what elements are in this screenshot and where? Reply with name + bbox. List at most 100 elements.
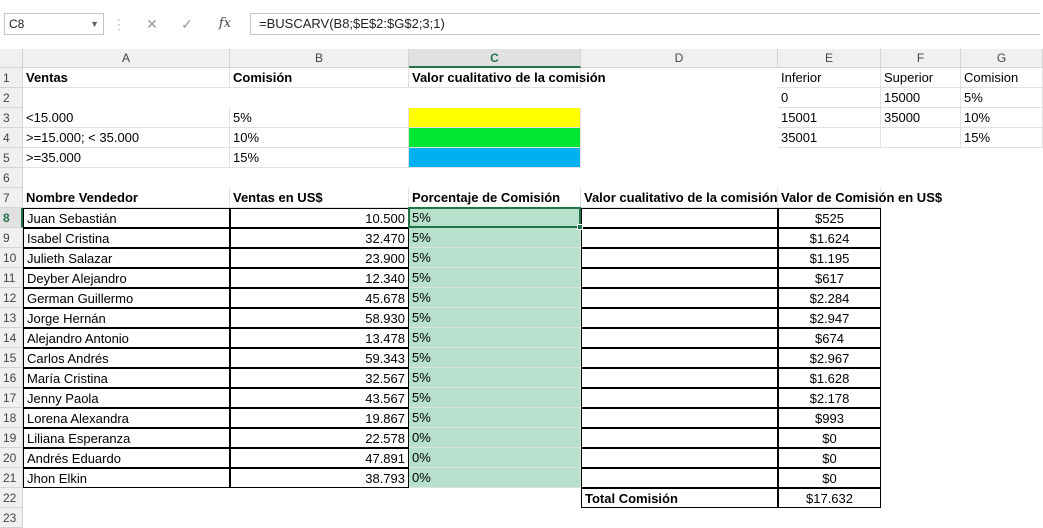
vendedor-valor[interactable]: $2.178 — [778, 388, 881, 408]
row-header-11[interactable]: 11 — [0, 268, 23, 288]
vendedor-valor[interactable]: $993 — [778, 408, 881, 428]
vendedor-name[interactable]: Jhon Elkin — [23, 468, 230, 488]
vendedor-porcentaje[interactable]: 5% — [409, 308, 581, 328]
vendedor-cualitativo[interactable] — [581, 368, 778, 388]
row-header-19[interactable]: 19 — [0, 428, 23, 448]
row-header-16[interactable]: 16 — [0, 368, 23, 388]
color-swatch[interactable] — [409, 128, 581, 148]
vendedor-name[interactable]: German Guillermo — [23, 288, 230, 308]
porcentaje-header[interactable]: Porcentaje de Comisión — [409, 188, 581, 208]
vendedor-cualitativo[interactable] — [581, 468, 778, 488]
select-all-corner[interactable] — [0, 49, 23, 68]
row-header-7[interactable]: 7 — [0, 188, 23, 208]
vendedor-cualitativo[interactable] — [581, 328, 778, 348]
vendedor-porcentaje[interactable]: 5% — [409, 228, 581, 248]
lookup-inferior[interactable]: 0 — [778, 88, 881, 108]
vendedor-valor[interactable]: $2.967 — [778, 348, 881, 368]
vendedor-ventas[interactable]: 38.793 — [230, 468, 409, 488]
vendedor-valor[interactable]: $617 — [778, 268, 881, 288]
column-header-b[interactable]: B — [230, 49, 409, 68]
vendedor-porcentaje[interactable]: 0% — [409, 448, 581, 468]
vendedor-valor[interactable]: $0 — [778, 468, 881, 488]
range-comision[interactable]: 10% — [230, 128, 409, 148]
cualitativo-header[interactable]: Valor cualitativo de la comisión — [409, 68, 606, 88]
vendedor-name[interactable]: Julieth Salazar — [23, 248, 230, 268]
lookup-comision-header[interactable]: Comision — [961, 68, 1043, 88]
column-header-f[interactable]: F — [881, 49, 961, 68]
vendedor-porcentaje[interactable]: 5% — [409, 288, 581, 308]
vendedor-name[interactable]: Deyber Alejandro — [23, 268, 230, 288]
vendedor-ventas[interactable]: 45.678 — [230, 288, 409, 308]
vendedor-name[interactable]: Juan Sebastián — [23, 208, 230, 228]
vendedor-ventas[interactable]: 43.567 — [230, 388, 409, 408]
row-header-3[interactable]: 3 — [0, 108, 23, 128]
vendedor-name[interactable]: Jorge Hernán — [23, 308, 230, 328]
enter-icon[interactable]: ✓ — [175, 13, 199, 35]
lookup-comision[interactable]: 5% — [961, 88, 1043, 108]
vendedor-valor[interactable]: $525 — [778, 208, 881, 228]
vendedor-valor[interactable]: $1.195 — [778, 248, 881, 268]
lookup-comision[interactable]: 15% — [961, 128, 1043, 148]
lookup-superior[interactable]: 15000 — [881, 88, 961, 108]
vendedor-name[interactable]: Jenny Paola — [23, 388, 230, 408]
range-comision[interactable]: 15% — [230, 148, 409, 168]
vendedor-cualitativo[interactable] — [581, 308, 778, 328]
color-swatch[interactable] — [409, 148, 581, 168]
vendedor-name[interactable]: Carlos Andrés — [23, 348, 230, 368]
lookup-inferior[interactable]: 15001 — [778, 108, 881, 128]
vendedor-cualitativo[interactable] — [581, 428, 778, 448]
range-ventas[interactable]: >=15.000; < 35.000 — [23, 128, 230, 148]
vendedor-porcentaje[interactable]: 5% — [409, 348, 581, 368]
row-header-20[interactable]: 20 — [0, 448, 23, 468]
formula-input[interactable]: =BUSCARV(B8;$E$2:$G$2;3;1) — [250, 13, 1040, 35]
vendedor-ventas[interactable]: 19.867 — [230, 408, 409, 428]
vendedor-name[interactable]: Alejandro Antonio — [23, 328, 230, 348]
vendedor-cualitativo[interactable] — [581, 208, 778, 228]
vendedor-cualitativo[interactable] — [581, 288, 778, 308]
column-header-a[interactable]: A — [23, 49, 230, 68]
vendedor-porcentaje[interactable]: 0% — [409, 468, 581, 488]
vendedor-cualitativo[interactable] — [581, 268, 778, 288]
column-header-e[interactable]: E — [778, 49, 881, 68]
vendedor-cualitativo[interactable] — [581, 248, 778, 268]
column-header-d[interactable]: D — [581, 49, 778, 68]
row-header-15[interactable]: 15 — [0, 348, 23, 368]
row-header-9[interactable]: 9 — [0, 228, 23, 248]
vendedor-porcentaje[interactable]: 5% — [409, 248, 581, 268]
row-header-21[interactable]: 21 — [0, 468, 23, 488]
vendedor-porcentaje[interactable]: 5% — [409, 388, 581, 408]
vendedor-name[interactable]: Lorena Alexandra — [23, 408, 230, 428]
cualitativo-col-header[interactable]: Valor cualitativo de la comisión — [581, 188, 778, 208]
vendedor-porcentaje[interactable]: 5% — [409, 368, 581, 388]
vendedor-porcentaje[interactable]: 5% — [409, 268, 581, 288]
vendedor-porcentaje[interactable]: 0% — [409, 428, 581, 448]
row-header-6[interactable]: 6 — [0, 168, 23, 188]
range-ventas[interactable]: >=35.000 — [23, 148, 230, 168]
vendedor-porcentaje[interactable]: 5% — [409, 408, 581, 428]
row-header-14[interactable]: 14 — [0, 328, 23, 348]
fill-handle[interactable] — [577, 224, 583, 230]
valor-header[interactable]: Valor de Comisión en US$ — [778, 188, 942, 208]
cancel-icon[interactable]: ✕ — [140, 13, 164, 35]
vendedor-ventas[interactable]: 32.567 — [230, 368, 409, 388]
lookup-superior[interactable] — [881, 128, 961, 148]
vendedor-valor[interactable]: $2.947 — [778, 308, 881, 328]
comision-header[interactable]: Comisión — [230, 68, 409, 88]
vendedor-cualitativo[interactable] — [581, 388, 778, 408]
vendedor-valor[interactable]: $0 — [778, 448, 881, 468]
vendedor-name[interactable]: María Cristina — [23, 368, 230, 388]
vendedor-ventas[interactable]: 10.500 — [230, 208, 409, 228]
vendedor-ventas[interactable]: 47.891 — [230, 448, 409, 468]
name-box[interactable]: C8 ▼ — [4, 13, 104, 35]
row-header-2[interactable]: 2 — [0, 88, 23, 108]
vendedor-name[interactable]: Isabel Cristina — [23, 228, 230, 248]
vendedor-valor[interactable]: $674 — [778, 328, 881, 348]
row-header-22[interactable]: 22 — [0, 488, 23, 508]
row-header-17[interactable]: 17 — [0, 388, 23, 408]
lookup-inferior[interactable]: 35001 — [778, 128, 881, 148]
row-header-8[interactable]: 8 — [0, 208, 23, 228]
vendedor-valor[interactable]: $0 — [778, 428, 881, 448]
vendedor-ventas[interactable]: 12.340 — [230, 268, 409, 288]
vendedor-name[interactable]: Liliana Esperanza — [23, 428, 230, 448]
lookup-comision[interactable]: 10% — [961, 108, 1043, 128]
